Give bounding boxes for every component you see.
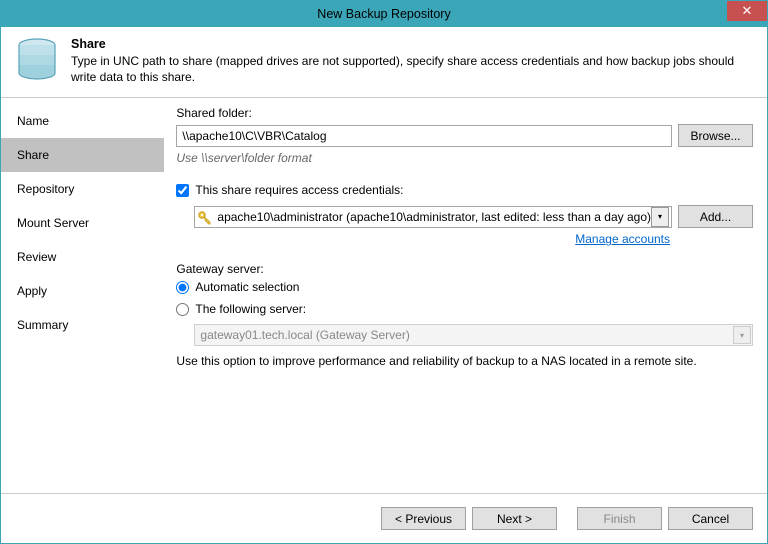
repository-icon [13,35,61,83]
nav-item-share[interactable]: Share [1,138,164,172]
radio-following-label: The following server: [195,302,306,316]
radio-following-row[interactable]: The following server: [176,302,753,316]
shared-folder-label: Shared folder: [176,106,753,120]
wizard-window: New Backup Repository ✕ Share Type in UN… [0,0,768,544]
titlebar: New Backup Repository ✕ [1,1,767,27]
chevron-down-icon[interactable]: ▾ [651,207,669,227]
format-hint: Use \\server\folder format [176,151,753,165]
radio-auto-label: Automatic selection [195,280,299,294]
radio-following[interactable] [176,303,189,316]
window-title: New Backup Repository [317,7,450,21]
wizard-content: Shared folder: Browse... Use \\server\fo… [164,98,767,493]
shared-folder-input[interactable] [176,125,672,147]
radio-auto[interactable] [176,281,189,294]
key-icon [197,209,213,225]
next-button[interactable]: Next > [472,507,557,530]
server-select: gateway01.tech.local (Gateway Server) ▾ [194,324,753,346]
finish-button: Finish [577,507,662,530]
browse-button[interactable]: Browse... [678,124,753,147]
page-description: Type in UNC path to share (mapped drives… [71,53,757,85]
add-credentials-button[interactable]: Add... [678,205,753,228]
wizard-header: Share Type in UNC path to share (mapped … [1,27,767,98]
nav-item-repository[interactable]: Repository [1,172,164,206]
radio-auto-row[interactable]: Automatic selection [176,280,753,294]
nav-item-review[interactable]: Review [1,240,164,274]
nav-item-apply[interactable]: Apply [1,274,164,308]
credentials-checkbox-label: This share requires access credentials: [195,183,403,197]
cancel-button[interactable]: Cancel [668,507,753,530]
gateway-note: Use this option to improve performance a… [176,354,753,368]
credentials-select[interactable]: apache10\administrator (apache10\adminis… [194,206,672,228]
previous-button[interactable]: < Previous [381,507,466,530]
manage-accounts-link[interactable]: Manage accounts [575,232,670,246]
close-icon: ✕ [742,3,753,19]
nav-item-mount-server[interactable]: Mount Server [1,206,164,240]
nav-item-name[interactable]: Name [1,104,164,138]
wizard-nav: Name Share Repository Mount Server Revie… [1,98,164,493]
credentials-value: apache10\administrator (apache10\adminis… [217,210,651,224]
credentials-checkbox[interactable] [176,184,189,197]
nav-item-summary[interactable]: Summary [1,308,164,342]
credentials-checkbox-row[interactable]: This share requires access credentials: [176,183,753,197]
wizard-footer: < Previous Next > Finish Cancel [1,493,767,543]
chevron-down-icon: ▾ [733,326,751,344]
close-button[interactable]: ✕ [727,1,767,21]
server-value: gateway01.tech.local (Gateway Server) [200,328,409,342]
gateway-label: Gateway server: [176,262,753,276]
page-title: Share [71,37,757,51]
